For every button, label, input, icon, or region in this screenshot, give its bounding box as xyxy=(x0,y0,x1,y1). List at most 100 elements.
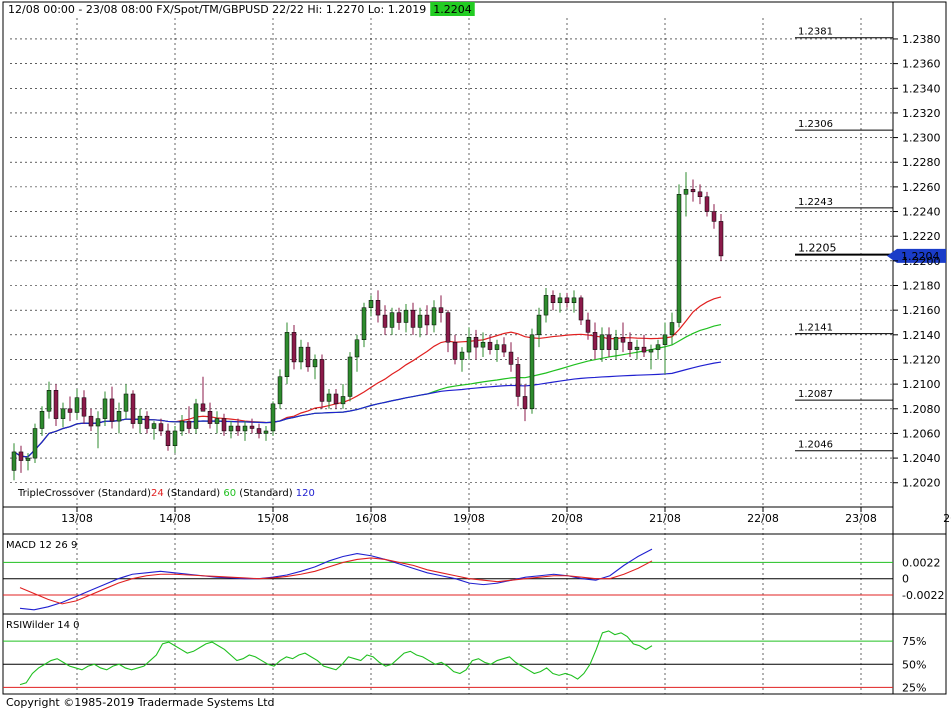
macd-tick-label: -0.0022 xyxy=(902,589,944,602)
price-tick-label: 1.2300 xyxy=(902,132,941,145)
candle-body xyxy=(536,314,542,336)
time-tick-label: 22/08 xyxy=(747,512,779,525)
legend-ma24-value: 24 xyxy=(151,488,164,499)
candle-body xyxy=(312,359,318,368)
candle-body xyxy=(144,415,150,429)
candle-body xyxy=(102,398,108,419)
candle-body xyxy=(235,425,241,432)
candle-body xyxy=(32,428,38,459)
macd-tick-label: 0 xyxy=(902,573,909,586)
candle-body xyxy=(165,430,171,447)
candle-body xyxy=(39,410,45,429)
candle-body xyxy=(564,297,570,304)
macd-panel-frame xyxy=(2,533,947,615)
price-tick-label: 1.2160 xyxy=(902,304,941,317)
candle-body xyxy=(116,410,122,422)
price-tick-label: 1.2220 xyxy=(902,230,941,243)
legend-text: TripleCrossover (Standard)24 (Standard) … xyxy=(17,488,315,499)
candle-body xyxy=(249,425,255,429)
candle-body xyxy=(445,312,451,343)
chart-header-info: 12/08 00:00 - 23/08 08:00 FX/Spot/TM/GBP… xyxy=(8,3,426,16)
candle-body xyxy=(466,337,472,353)
level-label: 1.2141 xyxy=(798,323,833,334)
macd-tick-label: 0.0022 xyxy=(902,556,941,569)
candle-body xyxy=(284,332,290,377)
level-label: 1.2381 xyxy=(798,27,833,38)
candle-body xyxy=(256,428,262,434)
candle-body xyxy=(585,319,591,333)
candle-body xyxy=(375,300,381,316)
level-label: 1.2306 xyxy=(798,119,833,130)
price-tick-label: 1.2360 xyxy=(902,58,941,71)
price-tick-label: 1.2340 xyxy=(902,82,941,95)
candle-body xyxy=(452,341,458,360)
candle-body xyxy=(704,196,710,212)
price-tick-label: 1.2060 xyxy=(902,427,941,440)
candle-body xyxy=(326,393,332,402)
legend-ma24-label: (Standard) xyxy=(164,488,224,499)
candle-body xyxy=(53,390,59,419)
candle-body xyxy=(431,307,437,326)
candle-body xyxy=(319,359,325,402)
candle-body xyxy=(228,425,234,432)
candle-body xyxy=(95,418,101,427)
time-tick-label: 14/08 xyxy=(159,512,191,525)
candle-body xyxy=(578,297,584,321)
candle-body xyxy=(683,189,689,195)
rsi-panel-frame xyxy=(2,613,947,695)
candle-body xyxy=(137,415,143,424)
price-tick-label: 1.2260 xyxy=(902,181,941,194)
candle-body xyxy=(263,430,269,434)
candle-body xyxy=(522,396,528,410)
candle-body xyxy=(333,393,339,405)
candle-body xyxy=(417,314,423,328)
candle-body xyxy=(60,408,66,419)
candle-body xyxy=(718,221,724,257)
candle-body xyxy=(193,403,199,429)
candle-body xyxy=(340,396,346,405)
time-tick-label: 21/08 xyxy=(649,512,681,525)
candle-body xyxy=(74,397,80,413)
candle-body xyxy=(46,390,52,412)
candle-body xyxy=(473,337,479,348)
candle-body xyxy=(305,346,311,368)
candle-body xyxy=(438,307,444,313)
candle-body xyxy=(354,339,360,358)
level-label: 1.2087 xyxy=(798,389,833,400)
current-level-label: 1.2205 xyxy=(798,242,837,255)
candle-body xyxy=(613,337,619,350)
candle-body xyxy=(368,300,374,308)
candle-body xyxy=(662,334,668,345)
macd-title: MACD 12 26 9 xyxy=(6,540,77,551)
candle-body xyxy=(81,397,87,417)
candle-body xyxy=(571,297,577,304)
time-tick-label: 15/08 xyxy=(257,512,289,525)
candle-body xyxy=(242,425,248,432)
candle-body xyxy=(487,341,493,350)
candle-body xyxy=(200,403,206,412)
candle-body xyxy=(158,423,164,432)
price-tick-label: 1.2080 xyxy=(902,403,941,416)
price-tick-label: 1.2280 xyxy=(902,156,941,169)
candle-body xyxy=(361,307,367,340)
price-tick-label: 1.2020 xyxy=(902,477,941,490)
candle-body xyxy=(403,309,409,323)
candle-body xyxy=(648,349,654,353)
candle-body xyxy=(25,457,31,461)
legend-ma60-value: 60 xyxy=(223,488,236,499)
candle-body xyxy=(508,351,514,365)
candle-body xyxy=(543,295,549,316)
candle-body xyxy=(669,322,675,336)
candle-body xyxy=(277,376,283,405)
candle-body xyxy=(620,337,626,343)
time-tick-label: 20/08 xyxy=(551,512,583,525)
candle-body xyxy=(529,334,535,410)
candle-body xyxy=(11,451,17,471)
time-tick-label: 23/08 xyxy=(845,512,877,525)
candle-body xyxy=(389,312,395,328)
candle-body xyxy=(697,191,703,197)
candle-body xyxy=(18,451,24,461)
price-tick-label: 1.2120 xyxy=(902,353,941,366)
candle-body xyxy=(501,344,507,353)
candle-body xyxy=(172,430,178,447)
